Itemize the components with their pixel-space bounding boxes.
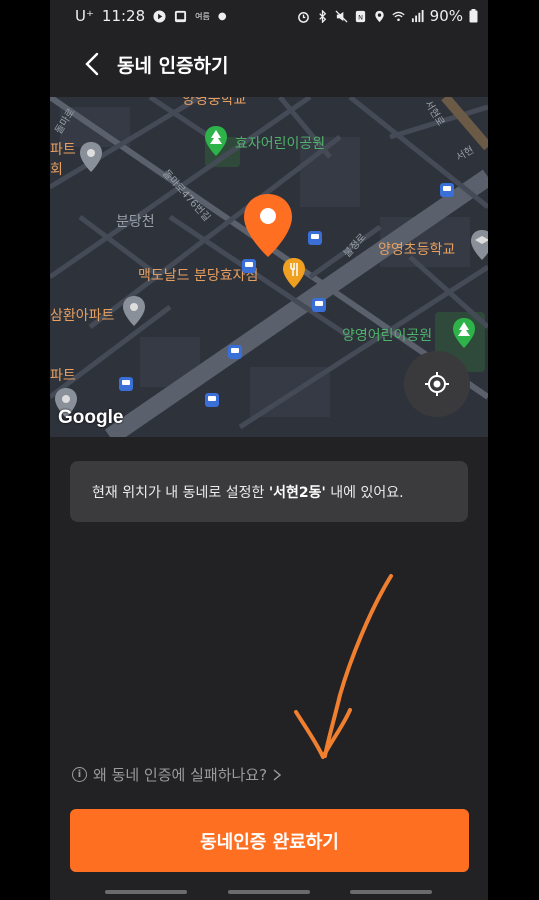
park2-icon: [453, 318, 475, 348]
back-button[interactable]: [67, 39, 117, 89]
map-label-park1: 효자어린이공원: [235, 136, 326, 152]
alarm-icon: [297, 11, 309, 23]
info-suffix: 내에 있어요.: [325, 484, 404, 501]
map-label-park2: 양영어린이공원: [342, 328, 433, 344]
map-label-apt1-a: 파트: [50, 142, 76, 158]
info-icon: i: [72, 767, 87, 782]
wifi-icon: [392, 11, 405, 21]
bus-stop-icon: [228, 345, 242, 359]
battery-percent: 90%: [429, 7, 463, 25]
park-icon: [205, 126, 227, 156]
info-highlight: '서현2동': [268, 484, 326, 501]
poi-pin-gray2-icon: [123, 296, 145, 326]
google-attribution: Google: [58, 407, 124, 428]
app-bar: 동네 인증하기: [50, 32, 488, 96]
map-view[interactable]: 양영중학교 효자어린이공원 파트 회 분당천 돌마로 돌마로476번길 불정로 …: [50, 97, 488, 437]
nav-recent-button[interactable]: [105, 890, 187, 894]
map-label-district: 분당천: [116, 214, 155, 230]
nav-back-button[interactable]: [350, 890, 432, 894]
my-location-button[interactable]: [404, 351, 470, 417]
status-bar: U⁺ 11:28 여름 ● N 90%: [50, 0, 488, 32]
bus-stop-icon: [312, 298, 326, 312]
hand-drawn-arrow-annotation: [294, 574, 393, 759]
bluetooth-icon: [318, 9, 326, 23]
map-label-apt2: 삼환아파트: [50, 308, 115, 324]
phone-screen: U⁺ 11:28 여름 ● N 90% 동네 인증하기 양영중학교 효자어린이공…: [50, 0, 488, 900]
nfc-icon: N: [355, 10, 365, 22]
crosshair-icon: [425, 372, 449, 396]
location-info-box: 현재 위치가 내 동네로 설정한 '서현2동' 내에 있어요.: [70, 461, 468, 522]
bus-stop-icon: [440, 183, 454, 197]
complete-verification-button[interactable]: 동네인증 완료하기: [70, 809, 469, 872]
play-icon: [153, 9, 166, 23]
restaurant-icon: [283, 258, 305, 288]
status-time: 11:28: [101, 7, 146, 25]
battery-icon: [469, 9, 478, 23]
map-label-mcdonalds: 맥도날드 분당효자점: [138, 268, 259, 284]
help-link-label: 왜 동네 인증에 실패하나요?: [93, 766, 268, 784]
svg-text:N: N: [358, 13, 363, 21]
map-label-elem-school: 양영초등학교: [378, 242, 456, 258]
bus-stop-icon: [242, 259, 256, 273]
info-prefix: 현재 위치가 내 동네로 설정한: [92, 484, 269, 501]
bus-stop-icon: [119, 377, 133, 391]
map-label-apt3: 파트: [50, 368, 76, 384]
system-nav-bar: [50, 886, 488, 900]
signal-icon: [411, 9, 424, 22]
chevron-left-icon: [85, 52, 99, 76]
nav-home-button[interactable]: [228, 890, 310, 894]
poi-pin-gray-icon: [80, 142, 102, 172]
school-icon: [471, 230, 488, 260]
page-title: 동네 인증하기: [117, 54, 229, 77]
map-label-apt1-b: 회: [50, 162, 63, 178]
help-link[interactable]: i 왜 동네 인증에 실패하나요?: [72, 764, 282, 785]
mute-icon: [335, 9, 348, 23]
chevron-right-icon: [273, 768, 282, 781]
carrier-label: U⁺: [75, 7, 94, 25]
bus-stop-icon: [205, 393, 219, 407]
bus-stop-icon: [308, 231, 322, 245]
dot-icon: ●: [217, 10, 227, 22]
gallery-icon: [175, 10, 187, 22]
location-icon: [374, 10, 384, 22]
map-label-school-top: 양영중학교: [182, 97, 247, 108]
small-label: 여름: [195, 11, 210, 21]
current-location-pin-icon: [244, 194, 292, 257]
